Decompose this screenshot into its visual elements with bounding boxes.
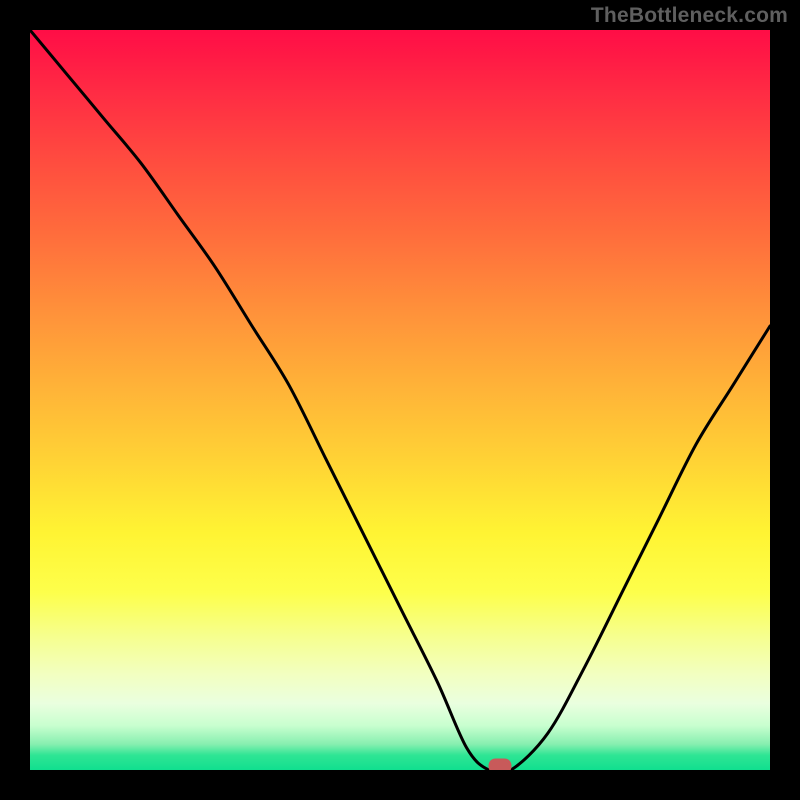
chart-frame: TheBottleneck.com [0,0,800,800]
plot-area [30,30,770,770]
watermark-text: TheBottleneck.com [591,4,788,28]
trough-marker [488,759,511,771]
curve-line [30,30,770,770]
